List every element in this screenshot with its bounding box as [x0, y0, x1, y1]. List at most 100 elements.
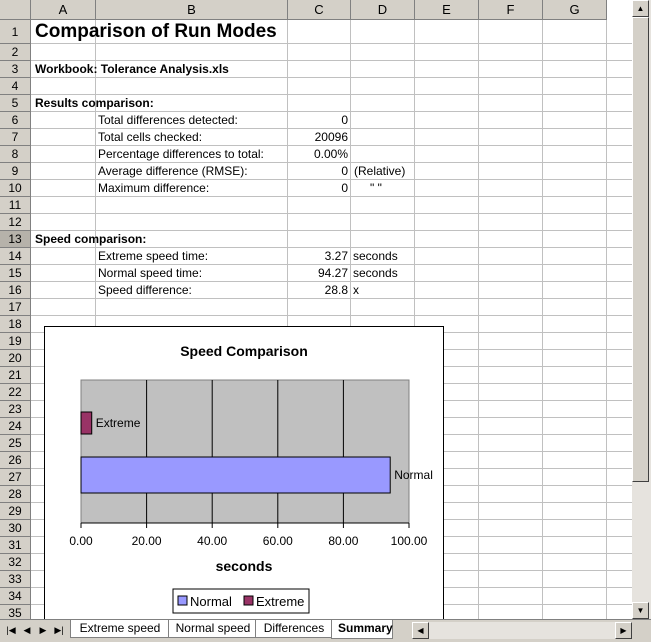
row-header-4[interactable]: 4 [0, 78, 31, 95]
percentage-label[interactable]: Percentage differences to total: [98, 146, 264, 163]
normal-speed-unit[interactable]: seconds [353, 265, 398, 282]
normal-speed-value[interactable]: 94.27 [288, 265, 348, 282]
vertical-scrollbar[interactable]: ▲ ▼ [632, 0, 651, 619]
scroll-down-button[interactable]: ▼ [632, 602, 649, 619]
scroll-right-button[interactable]: ▶ [615, 622, 632, 639]
speed-comparison-chart[interactable]: Speed Comparison 0.00 20.00 40.00 60.00 80.0… [44, 326, 444, 619]
row-header-5[interactable]: 5 [0, 95, 31, 112]
row-header-13[interactable]: 13 [0, 231, 31, 248]
row-header-34[interactable]: 34 [0, 588, 31, 605]
column-gridline [542, 20, 543, 619]
normal-speed-label[interactable]: Normal speed time: [98, 265, 202, 282]
legend-swatch-normal [177, 595, 188, 606]
average-difference-note[interactable]: (Relative) [354, 163, 405, 180]
speed-difference-value[interactable]: 28.8 [288, 282, 348, 299]
maximum-difference-value[interactable]: 0 [288, 180, 348, 197]
row-header-19[interactable]: 19 [0, 333, 31, 350]
x-tick-label: 80.00 [328, 534, 358, 548]
average-difference-label[interactable]: Average difference (RMSE): [98, 163, 248, 180]
scroll-up-button[interactable]: ▲ [632, 0, 649, 17]
row-header-30[interactable]: 30 [0, 520, 31, 537]
x-tick-label: 60.00 [263, 534, 293, 548]
row-header-14[interactable]: 14 [0, 248, 31, 265]
select-all-corner[interactable] [0, 0, 31, 20]
sheet-title[interactable]: Comparison of Run Modes [35, 20, 277, 44]
x-tick-label: 20.00 [132, 534, 162, 548]
row-header-29[interactable]: 29 [0, 503, 31, 520]
legend-swatch-extreme [243, 595, 254, 606]
row-header-31[interactable]: 31 [0, 537, 31, 554]
row-header-8[interactable]: 8 [0, 146, 31, 163]
row-header-12[interactable]: 12 [0, 214, 31, 231]
maximum-difference-note[interactable]: " " [370, 180, 382, 197]
row-header-26[interactable]: 26 [0, 452, 31, 469]
total-differences-value[interactable]: 0 [288, 112, 348, 129]
workbook-label[interactable]: Workbook: Tolerance Analysis.xls [35, 61, 229, 78]
row-header-23[interactable]: 23 [0, 401, 31, 418]
scroll-left-button[interactable]: ◀ [412, 622, 429, 639]
row-header-1[interactable]: 1 [0, 20, 31, 44]
row-header-33[interactable]: 33 [0, 571, 31, 588]
row-header-15[interactable]: 15 [0, 265, 31, 282]
speed-heading[interactable]: Speed comparison: [35, 231, 146, 248]
x-tick-label: 0.00 [69, 534, 93, 548]
extreme-speed-value[interactable]: 3.27 [288, 248, 348, 265]
row-header-6[interactable]: 6 [0, 112, 31, 129]
row-header-9[interactable]: 9 [0, 163, 31, 180]
column-header-c[interactable]: C [288, 0, 351, 20]
row-header-20[interactable]: 20 [0, 350, 31, 367]
plot-area [80, 379, 410, 524]
next-sheet-icon[interactable]: ▶ [36, 622, 50, 638]
row-header-16[interactable]: 16 [0, 282, 31, 299]
row-header-24[interactable]: 24 [0, 418, 31, 435]
average-difference-value[interactable]: 0 [288, 163, 348, 180]
extreme-speed-unit[interactable]: seconds [353, 248, 398, 265]
row-header-35[interactable]: 35 [0, 605, 31, 619]
x-tick-label: 40.00 [197, 534, 227, 548]
column-gridline [478, 20, 479, 619]
speed-difference-unit[interactable]: x [353, 282, 359, 299]
extreme-speed-label[interactable]: Extreme speed time: [98, 248, 208, 265]
total-differences-label[interactable]: Total differences detected: [98, 112, 238, 129]
percentage-value[interactable]: 0.00% [288, 146, 348, 163]
column-header-d[interactable]: D [351, 0, 415, 20]
spreadsheet-grid[interactable]: ABCDEFG 1 2 3 4 5 6 7 8 9 10 11 12 13 14 15 16 17 18 19 20 2… [0, 0, 632, 619]
column-header-a[interactable]: A [31, 0, 96, 20]
chart-title: Speed Comparison [180, 343, 308, 359]
column-header-b[interactable]: B [96, 0, 288, 20]
row-header-21[interactable]: 21 [0, 367, 31, 384]
speed-difference-label[interactable]: Speed difference: [98, 282, 192, 299]
row-header-27[interactable]: 27 [0, 469, 31, 486]
row-header-7[interactable]: 7 [0, 129, 31, 146]
results-heading[interactable]: Results comparison: [35, 95, 154, 112]
maximum-difference-label[interactable]: Maximum difference: [98, 180, 209, 197]
total-cells-label[interactable]: Total cells checked: [98, 129, 202, 146]
previous-sheet-icon[interactable]: ◀ [20, 622, 34, 638]
sheet-tab-extreme-speed[interactable]: Extreme speed [70, 620, 170, 638]
row-header-28[interactable]: 28 [0, 486, 31, 503]
bar-label-normal: Normal [394, 468, 433, 482]
row-header-25[interactable]: 25 [0, 435, 31, 452]
first-sheet-icon[interactable]: |◀ [4, 622, 18, 638]
row-header-17[interactable]: 17 [0, 299, 31, 316]
legend-label-normal: Normal [190, 594, 232, 609]
scroll-thumb[interactable] [632, 17, 649, 482]
row-header-11[interactable]: 11 [0, 197, 31, 214]
row-header-18[interactable]: 18 [0, 316, 31, 333]
row-header-10[interactable]: 10 [0, 180, 31, 197]
row-header-3[interactable]: 3 [0, 61, 31, 78]
column-header-e[interactable]: E [415, 0, 479, 20]
row-header-22[interactable]: 22 [0, 384, 31, 401]
column-header-g[interactable]: G [543, 0, 607, 20]
chart-legend[interactable]: Normal Extreme [172, 588, 310, 614]
sheet-tab-normal-speed[interactable]: Normal speed [168, 620, 258, 638]
horizontal-scrollbar[interactable]: ◀ ▶ [412, 622, 632, 639]
total-cells-value[interactable]: 20096 [288, 129, 348, 146]
sheet-tab-differences[interactable]: Differences [255, 620, 333, 638]
last-sheet-icon[interactable]: ▶| [52, 622, 66, 638]
x-tick-label: 100.00 [391, 534, 428, 548]
column-header-f[interactable]: F [479, 0, 543, 20]
row-header-2[interactable]: 2 [0, 44, 31, 61]
sheet-tab-summary[interactable]: Summary [331, 620, 393, 639]
row-header-32[interactable]: 32 [0, 554, 31, 571]
